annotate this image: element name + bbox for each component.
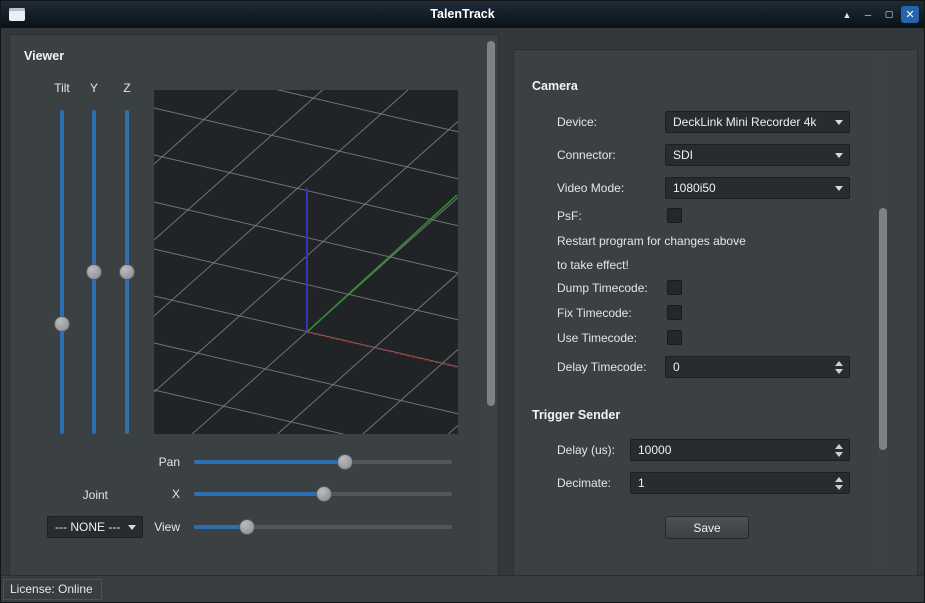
viewer-scrollbar[interactable] xyxy=(486,39,496,571)
z-slider[interactable] xyxy=(119,110,135,434)
trigger-delay-label: Delay (us): xyxy=(557,443,615,457)
z-slider-label: Z xyxy=(107,81,147,95)
spinner-buttons xyxy=(833,443,845,457)
pan-slider-handle[interactable] xyxy=(337,454,353,470)
dump-timecode-label: Dump Timecode: xyxy=(557,281,648,295)
viewport-3d[interactable] xyxy=(154,90,458,434)
pan-slider[interactable] xyxy=(194,454,452,470)
app-window: TalenTrack ▲ ─ ▢ ✕ Viewer Tilt Y Z xyxy=(0,0,925,603)
trigger-sender-group-title: Trigger Sender xyxy=(532,408,620,422)
spin-down-icon[interactable] xyxy=(833,368,845,374)
statusbar: License: Online xyxy=(1,575,924,602)
joint-select[interactable]: --- NONE --- xyxy=(47,516,143,538)
x-slider-fill xyxy=(194,492,324,496)
y-slider[interactable] xyxy=(86,110,102,434)
main-area: Viewer Tilt Y Z Pan xyxy=(1,28,924,602)
z-slider-handle[interactable] xyxy=(119,264,135,280)
settings-panel: Camera Device: DeckLink Mini Recorder 4k… xyxy=(513,49,918,576)
use-timecode-checkbox[interactable] xyxy=(667,330,682,345)
spin-down-icon[interactable] xyxy=(833,484,845,490)
spin-up-icon[interactable] xyxy=(833,360,845,366)
device-label: Device: xyxy=(557,115,597,129)
viewport-grid xyxy=(154,90,458,434)
video-mode-label: Video Mode: xyxy=(557,181,624,195)
fix-timecode-label: Fix Timecode: xyxy=(557,306,632,320)
viewer-scrollbar-thumb[interactable] xyxy=(487,41,495,406)
spin-down-icon[interactable] xyxy=(833,451,845,457)
decimate-label: Decimate: xyxy=(557,476,611,490)
dump-timecode-checkbox[interactable] xyxy=(667,280,682,295)
psf-checkbox[interactable] xyxy=(667,208,682,223)
connector-select[interactable]: SDI xyxy=(665,144,850,166)
tilt-slider-track[interactable] xyxy=(60,110,64,434)
connector-select-value: SDI xyxy=(673,148,693,162)
decimate-spinbox[interactable]: 1 xyxy=(630,472,850,494)
pan-slider-label: Pan xyxy=(110,455,180,469)
spinner-buttons xyxy=(833,360,845,374)
chevron-down-icon xyxy=(835,186,843,191)
tilt-slider-handle[interactable] xyxy=(54,316,70,332)
save-button[interactable]: Save xyxy=(665,516,749,539)
trigger-delay-spinbox[interactable]: 10000 xyxy=(630,439,850,461)
psf-label: PsF: xyxy=(557,209,582,223)
pan-slider-fill xyxy=(194,460,345,464)
spin-up-icon[interactable] xyxy=(833,476,845,482)
viewer-group-title: Viewer xyxy=(24,49,64,63)
window-title: TalenTrack xyxy=(1,7,924,21)
delay-timecode-value: 0 xyxy=(673,360,680,374)
decimate-value: 1 xyxy=(638,476,645,490)
maximize-icon[interactable]: ▢ xyxy=(880,6,898,23)
use-timecode-label: Use Timecode: xyxy=(557,331,637,345)
video-mode-select[interactable]: 1080i50 xyxy=(665,177,850,199)
keep-above-icon[interactable]: ▲ xyxy=(838,6,856,23)
video-mode-select-value: 1080i50 xyxy=(673,181,716,195)
minimize-icon[interactable]: ─ xyxy=(859,6,877,23)
titlebar[interactable]: TalenTrack ▲ ─ ▢ ✕ xyxy=(1,1,924,28)
spinner-buttons xyxy=(833,476,845,490)
restart-note-line1: Restart program for changes above xyxy=(557,234,746,248)
view-slider[interactable] xyxy=(194,519,452,535)
settings-scrollbar-thumb[interactable] xyxy=(879,208,887,450)
x-slider[interactable] xyxy=(194,486,452,502)
fix-timecode-checkbox[interactable] xyxy=(667,305,682,320)
view-slider-handle[interactable] xyxy=(239,519,255,535)
connector-label: Connector: xyxy=(557,148,616,162)
x-slider-handle[interactable] xyxy=(316,486,332,502)
viewer-panel: Viewer Tilt Y Z Pan xyxy=(9,34,499,576)
device-select[interactable]: DeckLink Mini Recorder 4k xyxy=(665,111,850,133)
camera-group-title: Camera xyxy=(532,79,578,93)
x-slider-label: X xyxy=(110,487,180,501)
settings-scrollbar[interactable] xyxy=(878,56,888,568)
chevron-down-icon xyxy=(128,525,136,530)
joint-label: Joint xyxy=(48,488,108,502)
restart-note-line2: to take effect! xyxy=(557,258,629,272)
chevron-down-icon xyxy=(835,153,843,158)
delay-timecode-label: Delay Timecode: xyxy=(557,360,646,374)
close-icon[interactable]: ✕ xyxy=(901,6,919,23)
window-controls: ▲ ─ ▢ ✕ xyxy=(838,6,919,23)
chevron-down-icon xyxy=(835,120,843,125)
tilt-slider[interactable] xyxy=(54,110,70,434)
delay-timecode-spinbox[interactable]: 0 xyxy=(665,356,850,378)
spin-up-icon[interactable] xyxy=(833,443,845,449)
joint-select-value: --- NONE --- xyxy=(55,520,120,534)
trigger-delay-value: 10000 xyxy=(638,443,671,457)
device-select-value: DeckLink Mini Recorder 4k xyxy=(673,115,816,129)
y-slider-handle[interactable] xyxy=(86,264,102,280)
license-status: License: Online xyxy=(3,579,102,600)
